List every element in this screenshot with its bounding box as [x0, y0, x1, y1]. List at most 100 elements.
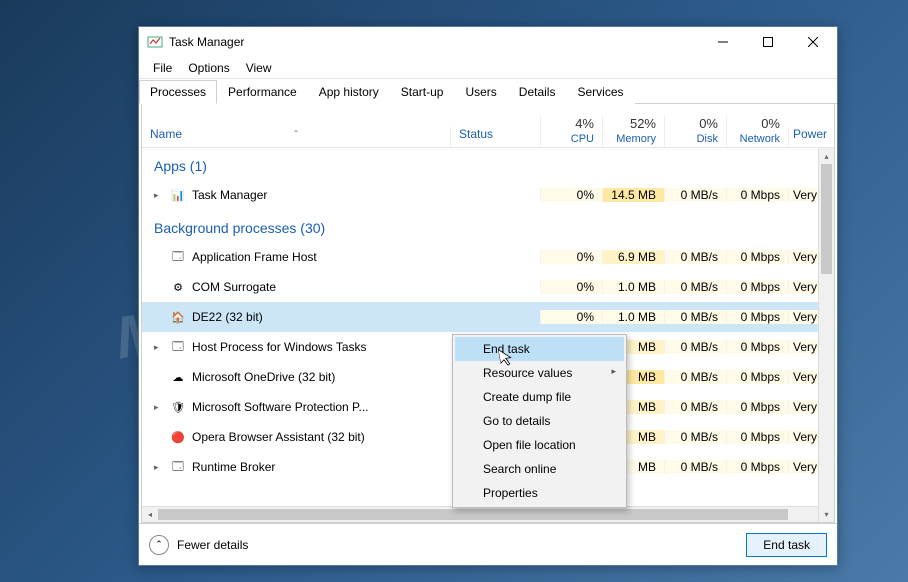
process-row[interactable]: ▸📊Task Manager0%14.5 MB0 MB/s0 MbpsVery [142, 180, 834, 210]
ctx-search-online[interactable]: Search online [455, 457, 624, 481]
process-name-cell: ▸ 🗔 Runtime Broker [142, 459, 450, 475]
process-row[interactable]: ▸🗔Application Frame Host0%6.9 MB0 MB/s0 … [142, 242, 834, 272]
maximize-button[interactable] [745, 28, 790, 56]
expand-chevron-icon[interactable]: ▸ [154, 190, 164, 201]
tab-app-history[interactable]: App history [308, 80, 390, 104]
process-name: Microsoft OneDrive (32 bit) [192, 370, 335, 384]
menu-options[interactable]: Options [180, 59, 237, 77]
network-cell: 0 Mbps [726, 188, 788, 202]
ctx-open-file-location[interactable]: Open file location [455, 433, 624, 457]
disk-cell: 0 MB/s [664, 340, 726, 354]
minimize-button[interactable] [700, 28, 745, 56]
process-name: Microsoft Software Protection P... [192, 400, 369, 414]
scroll-up-icon[interactable]: ▴ [819, 148, 834, 164]
cpu-cell: 0% [540, 280, 602, 294]
col-name-label: Name [150, 127, 182, 141]
h-scroll-thumb[interactable] [158, 509, 788, 520]
process-name: Runtime Broker [192, 460, 275, 474]
ctx-properties[interactable]: Properties [455, 481, 624, 505]
tab-performance[interactable]: Performance [217, 80, 308, 104]
cpu-cell: 0% [540, 310, 602, 324]
memory-cell: 14.5 MB [602, 188, 664, 202]
process-row[interactable]: ▸🏠DE22 (32 bit)0%1.0 MB0 MB/s0 MbpsVery [142, 302, 834, 332]
close-button[interactable] [790, 28, 835, 56]
tab-details[interactable]: Details [508, 80, 567, 104]
menu-file[interactable]: File [145, 59, 180, 77]
disk-cell: 0 MB/s [664, 280, 726, 294]
onedrive-icon: ☁ [170, 369, 186, 385]
col-status[interactable]: Status [450, 127, 540, 147]
col-cpu[interactable]: 4% CPU [540, 116, 602, 147]
process-name-cell: ▸ 🗔 Host Process for Windows Tasks [142, 339, 450, 355]
runtime-broker-icon: 🗔 [170, 459, 186, 475]
expand-chevron-icon[interactable]: ▸ [154, 402, 164, 413]
disk-cell: 0 MB/s [664, 400, 726, 414]
tab-startup[interactable]: Start-up [390, 80, 455, 104]
de22-icon: 🏠 [170, 309, 186, 325]
process-row[interactable]: ▸⚙COM Surrogate0%1.0 MB0 MB/s0 MbpsVery [142, 272, 834, 302]
app-frame-icon: 🗔 [170, 249, 186, 265]
network-cell: 0 Mbps [726, 460, 788, 474]
vertical-scrollbar[interactable]: ▴ ▾ [818, 148, 834, 522]
context-menu: End taskResource valuesCreate dump fileG… [452, 334, 627, 508]
network-cell: 0 Mbps [726, 340, 788, 354]
memory-cell: 1.0 MB [602, 310, 664, 324]
tab-services[interactable]: Services [566, 80, 634, 104]
tab-users[interactable]: Users [454, 80, 507, 104]
expand-chevron-icon[interactable]: ▸ [154, 462, 164, 473]
cpu-pct: 4% [541, 116, 594, 131]
network-pct: 0% [727, 116, 780, 131]
process-name-cell: ▸📊Task Manager [142, 187, 450, 203]
task-manager-icon [147, 34, 163, 50]
process-name: Host Process for Windows Tasks [192, 340, 367, 354]
col-network[interactable]: 0% Network [726, 116, 788, 147]
ctx-resource-values[interactable]: Resource values [455, 361, 624, 385]
host-process-icon: 🗔 [170, 339, 186, 355]
end-task-button[interactable]: End task [746, 533, 827, 557]
v-scroll-thumb[interactable] [821, 164, 832, 274]
network-cell: 0 Mbps [726, 400, 788, 414]
process-name-cell: ▸🏠DE22 (32 bit) [142, 309, 450, 325]
network-cell: 0 Mbps [726, 370, 788, 384]
titlebar[interactable]: Task Manager [139, 27, 837, 57]
scroll-left-icon[interactable]: ◂ [142, 507, 158, 522]
disk-cell: 0 MB/s [664, 430, 726, 444]
chevron-up-icon[interactable]: ⌃ [149, 535, 169, 555]
network-label: Network [727, 133, 780, 145]
menu-view[interactable]: View [238, 59, 280, 77]
tab-processes[interactable]: Processes [139, 80, 217, 104]
fewer-details-link[interactable]: Fewer details [177, 538, 248, 552]
group-background: Background processes (30) [142, 210, 834, 242]
process-name: COM Surrogate [192, 280, 276, 294]
horizontal-scrollbar[interactable]: ◂ ▸ [142, 506, 834, 522]
ctx-go-to-details[interactable]: Go to details [455, 409, 624, 433]
ctx-end-task[interactable]: End task [455, 337, 624, 361]
col-power[interactable]: Power [788, 127, 834, 147]
process-name: Opera Browser Assistant (32 bit) [192, 430, 365, 444]
col-disk[interactable]: 0% Disk [664, 116, 726, 147]
col-name[interactable]: ⌃ Name [142, 127, 450, 147]
disk-cell: 0 MB/s [664, 370, 726, 384]
process-name: Application Frame Host [192, 250, 317, 264]
memory-cell: 1.0 MB [602, 280, 664, 294]
opera-icon: 🔴 [170, 429, 186, 445]
disk-cell: 0 MB/s [664, 250, 726, 264]
network-cell: 0 Mbps [726, 310, 788, 324]
process-name-cell: ▸🗔Application Frame Host [142, 249, 450, 265]
process-name: DE22 (32 bit) [192, 310, 263, 324]
ctx-create-dump-file[interactable]: Create dump file [455, 385, 624, 409]
tabstrip: Processes Performance App history Start-… [139, 79, 837, 104]
window-title: Task Manager [169, 35, 700, 49]
cpu-cell: 0% [540, 188, 602, 202]
network-cell: 0 Mbps [726, 250, 788, 264]
col-memory[interactable]: 52% Memory [602, 116, 664, 147]
memory-pct: 52% [603, 116, 656, 131]
ms-protection-icon: 🛡 [170, 399, 186, 415]
disk-label: Disk [665, 133, 718, 145]
scroll-down-icon[interactable]: ▾ [819, 506, 834, 522]
group-apps: Apps (1) [142, 148, 834, 180]
process-name-cell: ▸ 🛡 Microsoft Software Protection P... [142, 399, 450, 415]
menubar: File Options View [139, 57, 837, 79]
cpu-label: CPU [541, 133, 594, 145]
expand-chevron-icon[interactable]: ▸ [154, 342, 164, 353]
